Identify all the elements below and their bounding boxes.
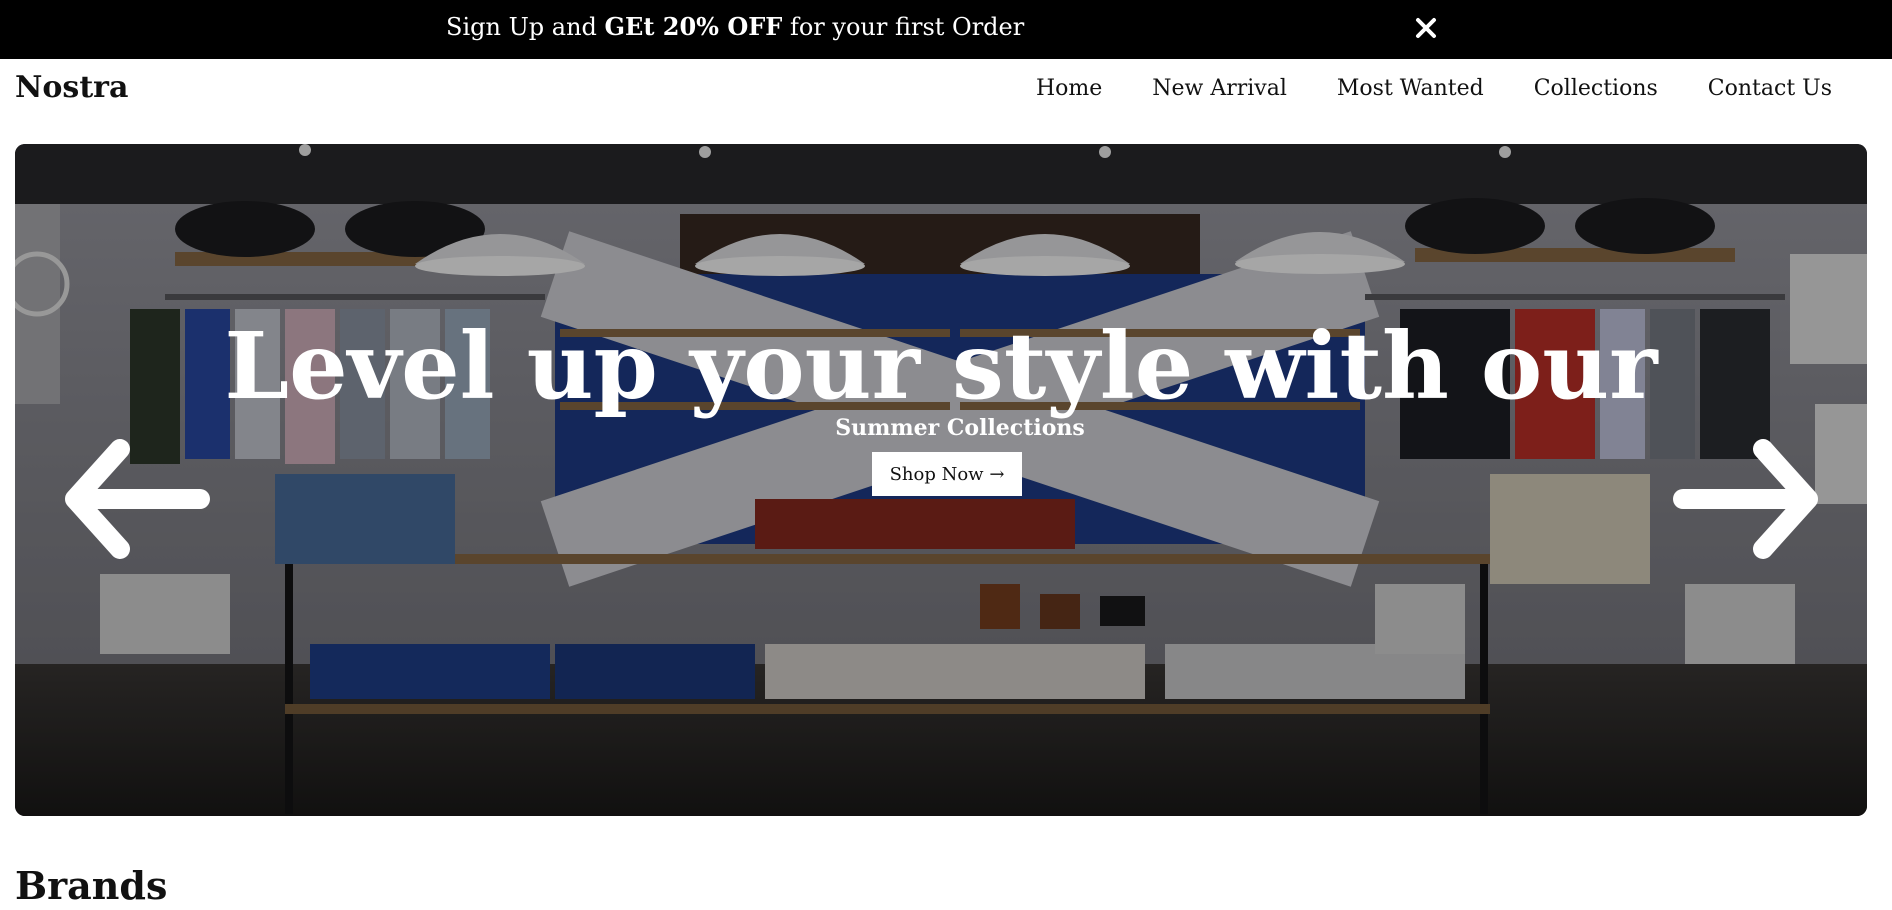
promo-text: Sign Up and GEt 20% OFF for your first O… (446, 12, 1024, 42)
nav-new-arrival[interactable]: New Arrival (1152, 74, 1287, 104)
hero-title: Level up your style with our (224, 312, 1658, 420)
close-icon[interactable] (1410, 12, 1442, 44)
nav-collections[interactable]: Collections (1534, 74, 1658, 104)
arrow-right-icon[interactable] (1673, 434, 1823, 564)
promo-text-end: for your first Order (782, 13, 1025, 41)
arrow-left-icon[interactable] (60, 434, 210, 564)
brands-heading: Brands (15, 863, 168, 908)
promo-text-start: Sign Up and (446, 13, 605, 41)
hero-carousel: Level up your style with our Summer Coll… (15, 144, 1867, 816)
brand-logo[interactable]: Nostra (15, 70, 128, 106)
nav-contact-us[interactable]: Contact Us (1708, 74, 1832, 104)
hero-subtitle: Summer Collections (835, 415, 1085, 441)
shop-now-button[interactable]: Shop Now → (872, 452, 1022, 496)
nav-home[interactable]: Home (1036, 74, 1102, 104)
promo-bar: Sign Up and GEt 20% OFF for your first O… (0, 0, 1892, 59)
main-nav: Home New Arrival Most Wanted Collections… (1036, 74, 1832, 104)
nav-most-wanted[interactable]: Most Wanted (1337, 74, 1484, 104)
promo-text-highlight: GEt 20% OFF (604, 12, 783, 41)
